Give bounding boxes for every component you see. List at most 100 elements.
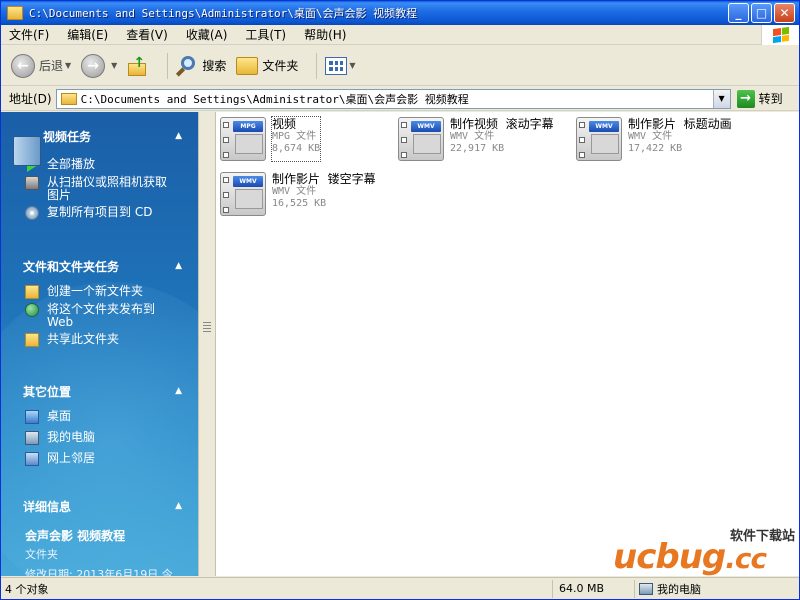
computer-icon	[25, 431, 39, 445]
file-size: 17,422 KB	[628, 143, 683, 154]
status-object-count: 4 个对象	[1, 579, 553, 598]
network-icon	[25, 452, 39, 466]
collapse-chevron-icon[interactable]: ▲	[175, 261, 182, 271]
task-label: 复制所有项目到 CD	[47, 205, 153, 219]
task-share-folder[interactable]: 共享此文件夹	[1, 333, 198, 347]
search-label: 搜索	[202, 59, 227, 73]
file-item[interactable]: WMV 制作影片 镂空字幕 WMV 文件 16,525 KB	[220, 172, 376, 216]
task-copy-to-cd[interactable]: 复制所有项目到 CD	[1, 206, 198, 220]
video-tasks-header[interactable]: 视频任务 ▲	[1, 118, 198, 154]
video-tasks-title: 视频任务	[43, 129, 92, 144]
up-button[interactable]: ↑	[127, 55, 149, 77]
details-section: 详细信息 ▲ 会声会影 视频教程 文件夹 修改日期: 2013年6月19日 今	[1, 495, 198, 577]
address-input[interactable]: C:\Documents and Settings\Administrator\…	[55, 88, 731, 109]
back-button[interactable]: ← 后退 ▼	[11, 53, 71, 78]
watermark: 软件下载站 ucbug.cc	[613, 525, 799, 577]
file-name: 制作影片 镂空字幕	[272, 172, 376, 186]
collapse-chevron-icon[interactable]: ▲	[175, 131, 182, 141]
back-label: 后退	[39, 59, 64, 73]
address-label: 地址(D)	[9, 92, 52, 106]
forward-button[interactable]: → ▼	[81, 53, 117, 78]
task-get-pictures[interactable]: 从扫描仪或照相机获取图片	[1, 176, 198, 202]
folders-button[interactable]: 文件夹	[236, 56, 299, 75]
window-title: C:\Documents and Settings\Administrator\…	[29, 7, 418, 20]
go-button[interactable]: → 转到	[736, 89, 783, 108]
views-dropdown-icon[interactable]: ▼	[349, 61, 355, 70]
collapse-chevron-icon[interactable]: ▲	[175, 386, 182, 396]
video-file-icon: MPG	[220, 117, 266, 161]
file-tasks-title: 文件和文件夹任务	[23, 259, 120, 274]
task-publish-web[interactable]: 将这个文件夹发布到 Web	[1, 303, 198, 329]
collapse-chevron-icon[interactable]: ▲	[175, 501, 182, 511]
file-tasks-section: 文件和文件夹任务 ▲ 创建一个新文件夹 将这个文件夹发布到 Web 共享此文件夹	[1, 255, 198, 347]
place-network[interactable]: 网上邻居	[1, 452, 198, 466]
pane-splitter[interactable]	[198, 112, 216, 576]
address-folder-icon	[60, 92, 77, 105]
forward-dropdown-icon[interactable]: ▼	[111, 61, 117, 70]
video-file-icon: WMV	[220, 172, 266, 216]
file-item[interactable]: MPG 视频 MPG 文件 8,674 KB	[220, 116, 322, 162]
cd-icon	[25, 206, 39, 220]
file-name: 制作影片 标题动画	[628, 117, 732, 131]
address-bar: 地址(D) C:\Documents and Settings\Administ…	[1, 87, 799, 111]
file-type-tag: WMV	[411, 121, 441, 132]
file-item[interactable]: WMV 制作影片 标题动画 WMV 文件 17,422 KB	[576, 117, 732, 161]
task-label: 全部播放	[47, 157, 96, 171]
other-places-section: 其它位置 ▲ 桌面 我的电脑 网上邻居	[1, 380, 198, 466]
task-label: 共享此文件夹	[47, 332, 120, 346]
back-dropdown-icon[interactable]: ▼	[65, 61, 71, 70]
file-type-tag: WMV	[233, 176, 263, 187]
details-item-name: 会声会影 视频教程	[25, 529, 126, 543]
camera-icon	[25, 176, 39, 190]
task-new-folder[interactable]: 创建一个新文件夹	[1, 285, 198, 299]
address-dropdown-icon[interactable]: ▼	[712, 89, 730, 108]
video-file-icon: WMV	[576, 117, 622, 161]
menu-view[interactable]: 查看(V)	[126, 26, 168, 43]
task-label: 从扫描仪或照相机获取图片	[47, 175, 168, 202]
toolbar-separator	[316, 52, 318, 79]
title-bar[interactable]: C:\Documents and Settings\Administrator\…	[1, 1, 799, 25]
maximize-button[interactable]: □	[751, 3, 772, 23]
place-label: 网上邻居	[47, 451, 96, 465]
menu-file[interactable]: 文件(F)	[9, 26, 49, 43]
watermark-logo-text: ucbug	[613, 537, 726, 577]
share-folder-icon	[25, 333, 39, 347]
menu-tools[interactable]: 工具(T)	[245, 26, 286, 43]
place-my-computer[interactable]: 我的电脑	[1, 431, 198, 445]
search-button[interactable]: 搜索	[176, 55, 226, 77]
file-type-tag: MPG	[233, 121, 263, 132]
views-button[interactable]: ▼	[325, 56, 356, 75]
back-arrow-icon: ←	[11, 53, 35, 78]
menu-help[interactable]: 帮助(H)	[304, 26, 346, 43]
status-size: 64.0 MB	[553, 579, 635, 598]
file-item[interactable]: WMV 制作视频 滚动字幕 WMV 文件 22,917 KB	[398, 117, 554, 161]
video-tasks-section: 视频任务 ▲ 全部播放 从扫描仪或照相机获取图片 复制所有项目到 CD	[1, 118, 198, 220]
menu-favorites[interactable]: 收藏(A)	[186, 26, 228, 43]
file-name: 视频	[272, 117, 297, 131]
other-places-title: 其它位置	[23, 384, 72, 399]
task-pane: 视频任务 ▲ 全部播放 从扫描仪或照相机获取图片 复制所有项目到 CD 文件和文…	[1, 112, 198, 576]
file-type: WMV 文件	[450, 131, 495, 142]
details-header[interactable]: 详细信息 ▲	[1, 495, 198, 517]
address-value: C:\Documents and Settings\Administrator\…	[80, 92, 469, 106]
splitter-grip-icon[interactable]	[203, 322, 211, 334]
minimize-button[interactable]: _	[728, 3, 749, 23]
publish-web-icon	[25, 303, 39, 317]
windows-flag-icon	[772, 26, 789, 44]
folders-label: 文件夹	[262, 59, 299, 73]
close-button[interactable]: ✕	[774, 3, 795, 23]
details-item-type: 文件夹	[25, 548, 58, 561]
status-bar: 4 个对象 64.0 MB 我的电脑	[1, 577, 799, 599]
place-label: 桌面	[47, 409, 72, 423]
menu-edit[interactable]: 编辑(E)	[67, 26, 108, 43]
other-places-header[interactable]: 其它位置 ▲	[1, 380, 198, 402]
new-folder-icon	[25, 285, 39, 299]
file-type-tag: WMV	[589, 121, 619, 132]
go-label: 转到	[758, 92, 783, 106]
file-name: 制作视频 滚动字幕	[450, 117, 554, 131]
place-desktop[interactable]: 桌面	[1, 410, 198, 424]
details-title: 详细信息	[23, 499, 72, 514]
file-tasks-header[interactable]: 文件和文件夹任务 ▲	[1, 255, 198, 277]
file-type: WMV 文件	[272, 186, 317, 197]
folders-icon	[236, 56, 259, 75]
